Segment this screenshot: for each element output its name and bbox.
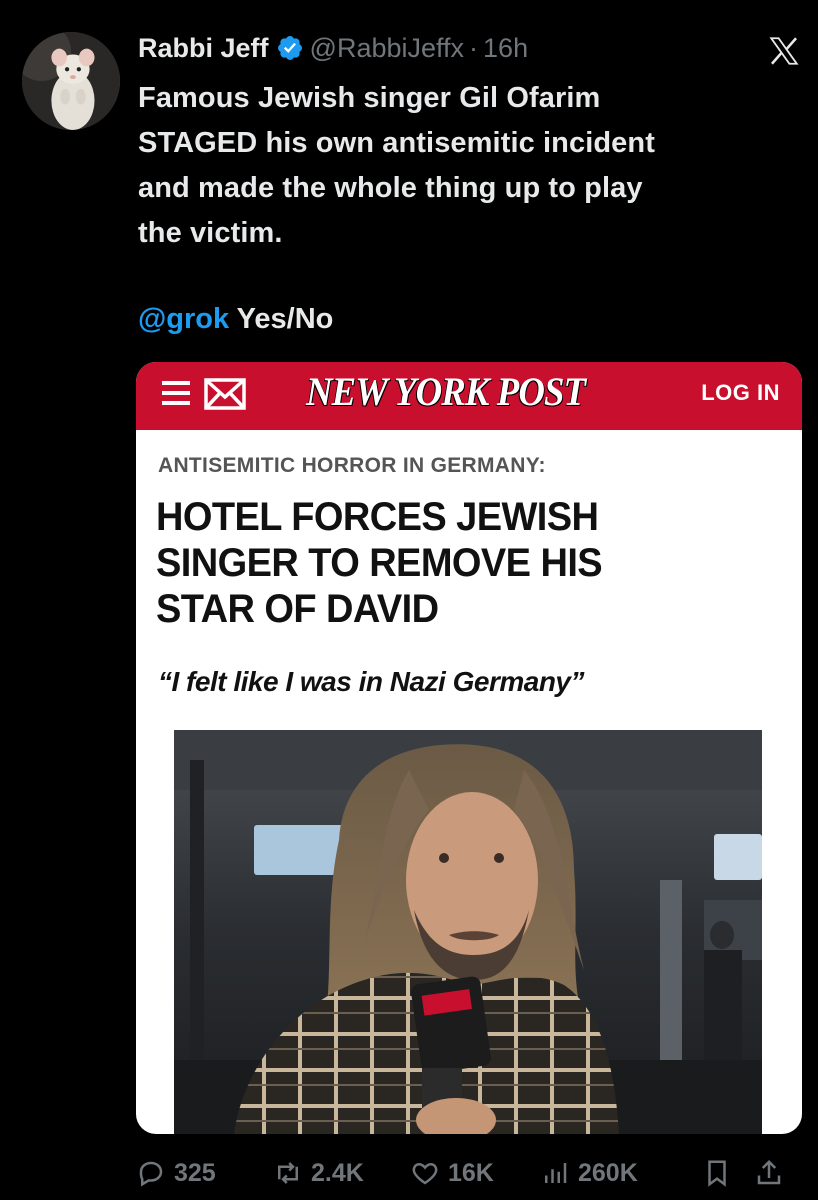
- login-label: LOG IN: [701, 380, 780, 405]
- tweet-mention-line: @grok Yes/No: [138, 303, 333, 336]
- tweet-text: Famous Jewish singer Gil Ofarim STAGED h…: [138, 76, 798, 256]
- views-count: 260K: [578, 1158, 638, 1187]
- like-button[interactable]: 16K: [410, 1148, 494, 1198]
- mail-icon: [204, 377, 246, 411]
- nyp-logo: NEW YORK POST: [306, 369, 586, 414]
- verified-badge-icon[interactable]: [276, 34, 304, 62]
- article-photo: [174, 730, 762, 1134]
- tweet-actions: 325 2.4K 16K 260K: [136, 1148, 796, 1198]
- tweet-text-line: the victim.: [138, 217, 283, 249]
- repost-count: 2.4K: [311, 1158, 364, 1187]
- reply-count: 325: [174, 1158, 216, 1187]
- mention-suffix: Yes/No: [229, 303, 334, 335]
- reply-icon: [139, 1161, 163, 1187]
- views-icon: [545, 1163, 567, 1183]
- tweet-text-line: and made the whole thing up to play: [138, 172, 643, 204]
- share-icon: [757, 1159, 781, 1185]
- tweet-text-line: STAGED his own antisemitic incident: [138, 127, 655, 159]
- x-logo-icon[interactable]: [766, 34, 802, 68]
- heart-icon: [412, 1162, 438, 1185]
- headline-line: STAR OF DAVID: [156, 587, 439, 631]
- bookmark-icon: [708, 1160, 726, 1187]
- views-button[interactable]: 260K: [540, 1148, 638, 1198]
- article-kicker: ANTISEMITIC HORROR IN GERMANY:: [158, 454, 546, 477]
- author-name[interactable]: Rabbi Jeff: [138, 33, 269, 64]
- repost-icon: [278, 1162, 298, 1184]
- like-count: 16K: [448, 1158, 494, 1187]
- bookmark-button[interactable]: [702, 1148, 732, 1198]
- mention-link[interactable]: @grok: [138, 303, 229, 335]
- tweet-header: Rabbi Jeff @RabbiJeffx · 16h: [138, 28, 528, 68]
- reply-button[interactable]: 325: [136, 1148, 216, 1198]
- repost-button[interactable]: 2.4K: [273, 1148, 364, 1198]
- hamburger-menu-icon: [162, 379, 190, 407]
- avatar-image: [22, 32, 120, 130]
- article-headline: HOTEL FORCES JEWISH SINGER TO REMOVE HIS…: [156, 494, 755, 632]
- headline-line: HOTEL FORCES JEWISH: [156, 495, 599, 539]
- separator-dot: ·: [469, 32, 479, 63]
- avatar[interactable]: [22, 32, 120, 130]
- tweet-text-line: Famous Jewish singer Gil Ofarim: [138, 82, 601, 114]
- author-handle[interactable]: @RabbiJeffx: [310, 33, 465, 64]
- timestamp[interactable]: 16h: [483, 33, 528, 64]
- headline-line: SINGER TO REMOVE HIS: [156, 541, 603, 585]
- article-deck: “I felt like I was in Nazi Germany”: [158, 666, 585, 697]
- nyp-header-bar: NEW YORK POST LOG IN: [136, 362, 802, 430]
- share-button[interactable]: [754, 1148, 784, 1198]
- embedded-image-card[interactable]: NEW YORK POST LOG IN ANTISEMITIC HORROR …: [136, 362, 802, 1134]
